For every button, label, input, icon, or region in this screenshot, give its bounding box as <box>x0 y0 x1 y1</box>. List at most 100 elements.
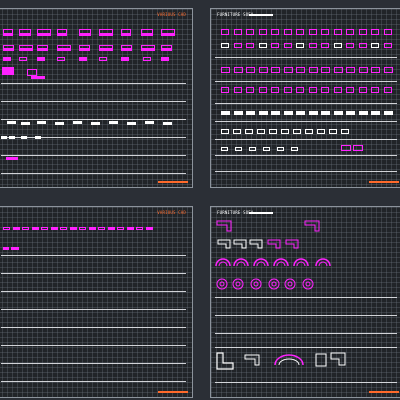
sheet-rule <box>215 315 397 316</box>
layout-sheet-top-left[interactable]: VARIOUS CAD <box>0 8 193 188</box>
furniture-block <box>100 48 112 50</box>
furniture-block <box>371 67 380 73</box>
furniture-block <box>333 29 342 35</box>
layout-sheet-bottom-right[interactable]: FURNITURE SOFA <box>210 206 400 398</box>
corner-sofa-icon <box>216 220 232 232</box>
furniture-block <box>346 67 355 73</box>
sheet-rule <box>215 171 397 172</box>
furniture-block <box>291 147 298 151</box>
furniture-block <box>162 48 171 50</box>
sheet-rule <box>215 155 397 156</box>
furniture-block <box>371 43 379 48</box>
furniture-block <box>21 136 27 139</box>
furniture-block <box>358 111 368 115</box>
layout-sheet-bottom-left[interactable]: VARIOUS CAD <box>0 206 193 398</box>
sheet-rule <box>1 83 186 84</box>
furniture-block <box>122 33 130 35</box>
round-table-icon <box>268 278 280 290</box>
furniture-block <box>271 87 279 93</box>
furniture-block <box>88 227 96 230</box>
curved-sofa-icon <box>253 258 269 267</box>
furniture-block <box>258 87 267 93</box>
sofa-icon <box>233 239 247 249</box>
furniture-block <box>3 227 10 230</box>
furniture-block <box>341 145 351 151</box>
cad-model-space[interactable]: VARIOUS CAD FURNITURE SOFA VARIOUS CAD F… <box>0 0 400 400</box>
furniture-block <box>346 29 354 35</box>
sheet-title: VARIOUS CAD <box>157 12 186 17</box>
furniture-block <box>358 43 367 48</box>
layout-sheet-top-right[interactable]: FURNITURE SOFA <box>210 8 400 188</box>
furniture-block <box>296 111 305 115</box>
furniture-block <box>6 157 18 160</box>
furniture-block <box>109 121 118 124</box>
furniture-block <box>321 111 330 115</box>
sheet-rule <box>215 81 397 82</box>
sheet-rule <box>1 381 186 382</box>
furniture-block <box>31 227 39 230</box>
furniture-block <box>12 227 20 230</box>
furniture-block <box>245 129 253 134</box>
sheet-rule <box>1 309 186 310</box>
furniture-block <box>121 57 129 61</box>
furniture-block <box>127 122 136 125</box>
furniture-block <box>145 121 154 124</box>
furniture-block <box>383 67 393 73</box>
furniture-block <box>296 29 304 35</box>
furniture-block <box>80 33 90 35</box>
sheet-rule <box>1 291 186 292</box>
furniture-block <box>221 29 229 35</box>
furniture-block <box>271 67 280 73</box>
furniture-block <box>79 57 87 61</box>
furniture-block <box>358 67 368 73</box>
furniture-block <box>246 43 254 48</box>
round-table-icon <box>284 278 296 290</box>
furniture-block <box>20 33 30 35</box>
furniture-block <box>329 129 337 134</box>
furniture-block <box>383 87 392 93</box>
furniture-block <box>142 48 154 50</box>
furniture-block <box>221 43 229 48</box>
furniture-block <box>258 43 267 48</box>
round-table-icon <box>232 278 244 290</box>
sofa-icon <box>285 239 299 249</box>
furniture-block <box>221 111 230 115</box>
corner-sofa-icon <box>304 220 320 232</box>
furniture-block <box>283 29 292 35</box>
sheet-rule <box>1 155 186 156</box>
furniture-block <box>233 111 243 115</box>
furniture-block <box>19 57 27 61</box>
furniture-block <box>321 67 330 73</box>
sofa-icon <box>249 239 263 249</box>
furniture-block <box>258 111 268 115</box>
sofa-icon <box>244 354 260 366</box>
sheet-stamp <box>158 181 188 183</box>
furniture-block <box>346 111 355 115</box>
furniture-block <box>283 87 292 93</box>
furniture-block <box>21 122 30 125</box>
furniture-block <box>122 48 131 50</box>
furniture-block <box>4 33 12 35</box>
armchair-icon <box>315 353 327 367</box>
sheet-title-underline <box>249 212 273 214</box>
sheet-rule <box>215 57 397 58</box>
furniture-block <box>258 29 267 35</box>
sheet-title-underline <box>249 14 273 16</box>
furniture-block <box>1 136 7 139</box>
furniture-block <box>60 227 67 230</box>
furniture-block <box>249 147 256 151</box>
curved-sofa-icon <box>233 258 249 267</box>
furniture-block <box>20 48 32 50</box>
furniture-block <box>136 227 143 230</box>
furniture-block <box>99 57 107 61</box>
sheet-rule <box>215 347 397 348</box>
furniture-block <box>308 87 317 93</box>
furniture-block <box>333 67 343 73</box>
furniture-block <box>258 67 268 73</box>
furniture-block <box>308 111 318 115</box>
furniture-block <box>221 67 230 73</box>
furniture-block <box>107 227 115 230</box>
furniture-block <box>308 43 317 48</box>
furniture-block <box>281 129 289 134</box>
furniture-block <box>233 129 241 134</box>
